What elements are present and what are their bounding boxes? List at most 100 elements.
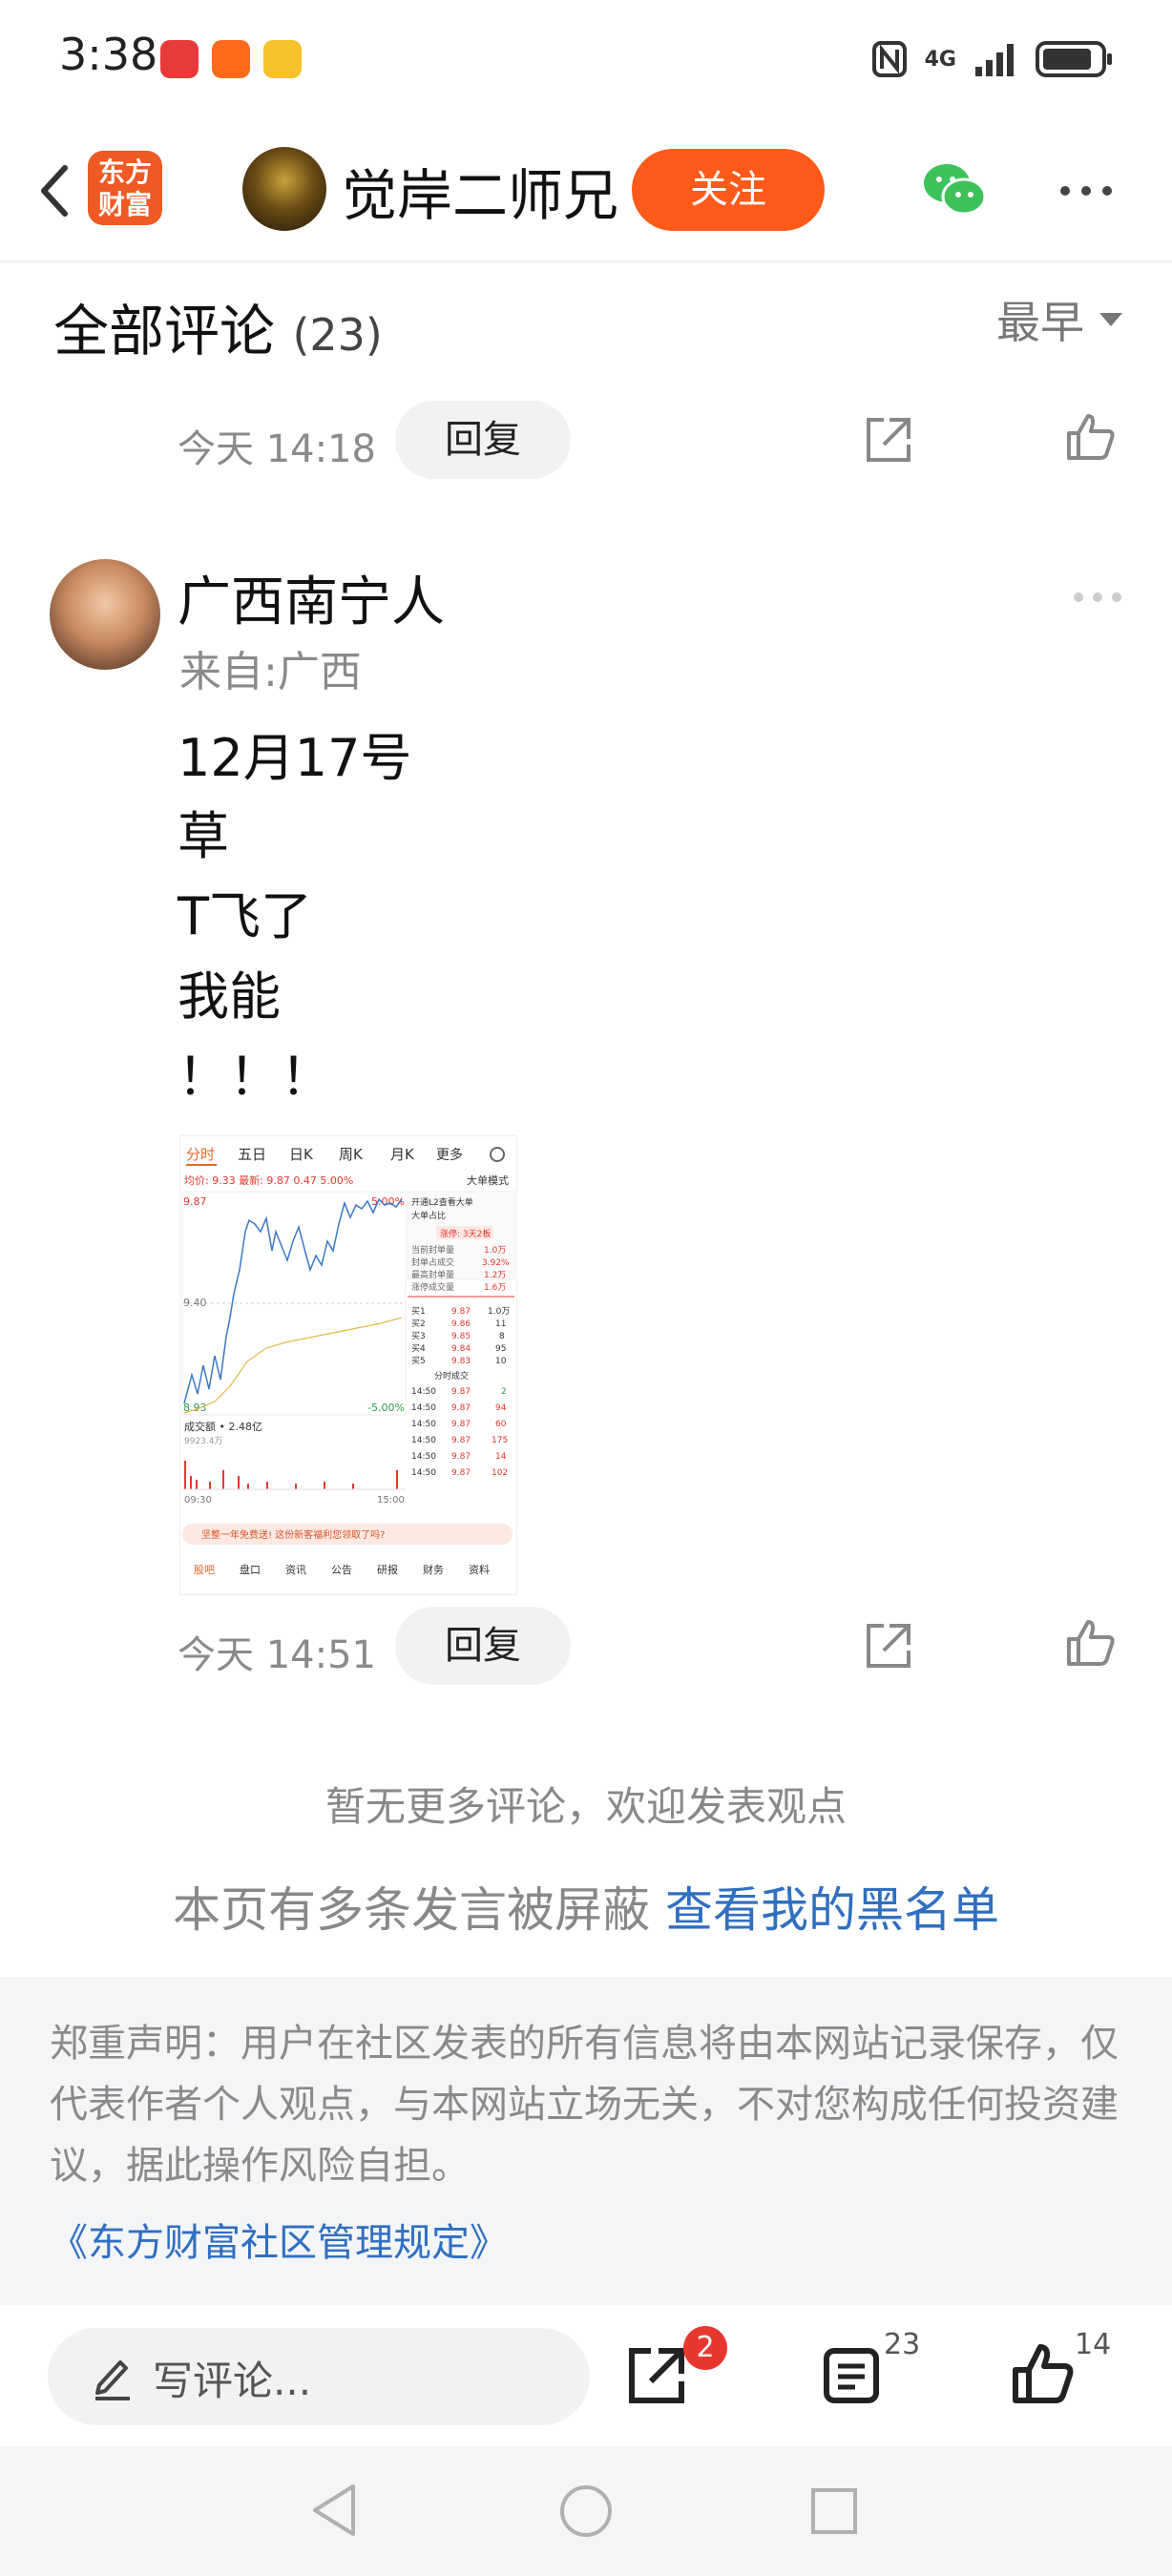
comment-list-icon xyxy=(824,2348,879,2403)
image-bottom-tab: 股吧 xyxy=(194,1564,215,1576)
wechat-share-button[interactable] xyxy=(920,158,989,219)
blocked-text: 本页有多条发言被屏蔽 xyxy=(173,1882,651,1938)
author-name[interactable]: 觉岸二师兄 xyxy=(342,151,618,231)
commenter-location: 来自:广西 xyxy=(179,648,362,696)
community-rules-link[interactable]: 《东方财富社区管理规定》 xyxy=(50,2212,508,2267)
trade-price: 9.87 xyxy=(451,1403,471,1413)
trade-vol: 102 xyxy=(492,1468,508,1478)
trade-price: 9.87 xyxy=(451,1387,471,1397)
thumbs-up-icon xyxy=(1013,2344,1074,2403)
share-icon xyxy=(867,418,910,462)
volume-label: 成交额 • 2.48亿 xyxy=(184,1420,262,1433)
trade-vol: 14 xyxy=(495,1452,507,1462)
comment-like-button[interactable] xyxy=(1061,1614,1119,1672)
more-button[interactable] xyxy=(1056,172,1117,210)
trade-vol: 175 xyxy=(492,1436,508,1445)
back-button[interactable] xyxy=(21,153,97,229)
image-banner: 坚整一年免费送! 这份新客福利您领取了吗? xyxy=(201,1528,386,1541)
image-tab: 月K xyxy=(390,1146,415,1163)
author-avatar[interactable] xyxy=(242,147,326,231)
commenter-name[interactable]: 广西南宁人 xyxy=(178,559,445,636)
stat-label: 最高封单量 xyxy=(411,1269,454,1280)
time-start: 09:30 xyxy=(184,1495,212,1506)
image-bottom-tab: 资讯 xyxy=(285,1564,306,1576)
nav-back-icon[interactable] xyxy=(307,2481,361,2540)
comment-image[interactable]: 分时 五日 日K 周K 月K 更多 均价: 9.33 最新: 9.87 0.47… xyxy=(179,1135,517,1595)
brand-logo[interactable]: 东方财富 xyxy=(88,151,162,225)
forward-app-icon xyxy=(212,40,250,78)
sort-dropdown[interactable]: 最早 xyxy=(996,288,1122,351)
no-more-comments: 暂无更多评论，欢迎发表观点 xyxy=(324,1783,847,1830)
settings-icon xyxy=(490,1147,505,1162)
stat-label: 涨停成交量 xyxy=(411,1281,454,1293)
stat-value: 1.6万 xyxy=(484,1283,506,1293)
comment-placeholder[interactable]: 写评论... xyxy=(153,2349,311,2407)
signal-icon xyxy=(975,44,1014,76)
trade-vol: 60 xyxy=(495,1420,507,1429)
bid-vol: 8 xyxy=(499,1332,505,1341)
thumbs-up-icon xyxy=(1067,414,1115,460)
stat-value: 3.92% xyxy=(482,1258,510,1268)
comment-more-button[interactable] xyxy=(1071,590,1124,605)
comments-title: 全部评论 (23) xyxy=(53,286,383,366)
weibo-icon xyxy=(263,40,302,78)
trade-vol: 94 xyxy=(495,1403,507,1413)
trade-vol: 2 xyxy=(501,1387,507,1397)
caret-down-icon xyxy=(1099,313,1122,326)
trade-time: 14:50 xyxy=(411,1403,436,1413)
previous-reply-button[interactable]: 回复 xyxy=(395,401,571,479)
trade-time: 14:50 xyxy=(411,1452,436,1462)
like-count: 14 xyxy=(1075,2328,1112,2361)
nav-home-icon[interactable] xyxy=(557,2483,615,2540)
comment-line: 我能 xyxy=(178,966,281,1027)
reply-button[interactable]: 回复 xyxy=(395,1607,571,1685)
commenter-avatar[interactable] xyxy=(50,559,160,670)
image-tab: 更多 xyxy=(436,1147,463,1163)
comments-title-label: 全部评论 xyxy=(53,299,276,364)
blocked-notice: 本页有多条发言被屏蔽 查看我的黑名单 xyxy=(0,1872,1172,1941)
bid-label: 买3 xyxy=(411,1331,426,1341)
network-type: 4G xyxy=(924,47,956,72)
trade-price: 9.87 xyxy=(451,1420,471,1429)
image-tab: 日K xyxy=(289,1146,314,1163)
previous-share-button[interactable] xyxy=(859,412,916,469)
pct-low: -5.00% xyxy=(367,1402,405,1414)
stat-value: 1.2万 xyxy=(484,1271,506,1280)
limit-up: 涨停: 3天2板 xyxy=(440,1228,491,1239)
comment-share-button[interactable] xyxy=(859,1618,916,1675)
follow-button[interactable]: 关注 xyxy=(632,149,825,231)
comment-line: 草 xyxy=(178,806,229,866)
nav-recents-icon[interactable] xyxy=(807,2484,861,2538)
previous-like-button[interactable] xyxy=(1061,408,1119,466)
comment-time: 今天 14:51 xyxy=(178,1633,376,1677)
blacklist-link[interactable]: 查看我的黑名单 xyxy=(665,1882,999,1938)
comment-line: ！！！ xyxy=(178,1047,332,1107)
stat-value: 1.0万 xyxy=(484,1246,506,1256)
bid-label: 买2 xyxy=(411,1319,426,1329)
panel-title: 开通L2查看大单 xyxy=(411,1196,473,1208)
image-bottom-tab: 财务 xyxy=(423,1563,444,1576)
sort-label: 最早 xyxy=(996,297,1084,348)
bid-price: 9.86 xyxy=(451,1319,471,1329)
trade-time: 14:50 xyxy=(411,1468,436,1478)
trade-price: 9.87 xyxy=(451,1436,471,1445)
bid-label: 买5 xyxy=(411,1356,426,1366)
bid-label: 买1 xyxy=(411,1306,426,1317)
battery-icon xyxy=(1036,41,1112,77)
wechat-icon xyxy=(924,164,987,216)
comments-button[interactable] xyxy=(817,2341,886,2410)
huawei-app-icon xyxy=(160,40,199,78)
bid-vol: 11 xyxy=(495,1319,506,1329)
trades-title: 分时成交 xyxy=(434,1370,469,1381)
share-icon xyxy=(867,1624,910,1668)
more-dots-icon xyxy=(1060,186,1112,196)
bid-vol: 1.0万 xyxy=(488,1307,510,1317)
like-post-button[interactable] xyxy=(1008,2339,1077,2408)
share-post-button[interactable] xyxy=(622,2341,691,2410)
image-header-info: 均价: 9.33 最新: 9.87 0.47 5.00% xyxy=(184,1174,353,1187)
bid-price: 9.84 xyxy=(451,1344,471,1354)
image-tab: 周K xyxy=(339,1146,364,1163)
trade-price: 9.87 xyxy=(451,1468,471,1478)
trade-time: 14:50 xyxy=(411,1436,436,1445)
image-bottom-tab: 资料 xyxy=(469,1563,490,1576)
